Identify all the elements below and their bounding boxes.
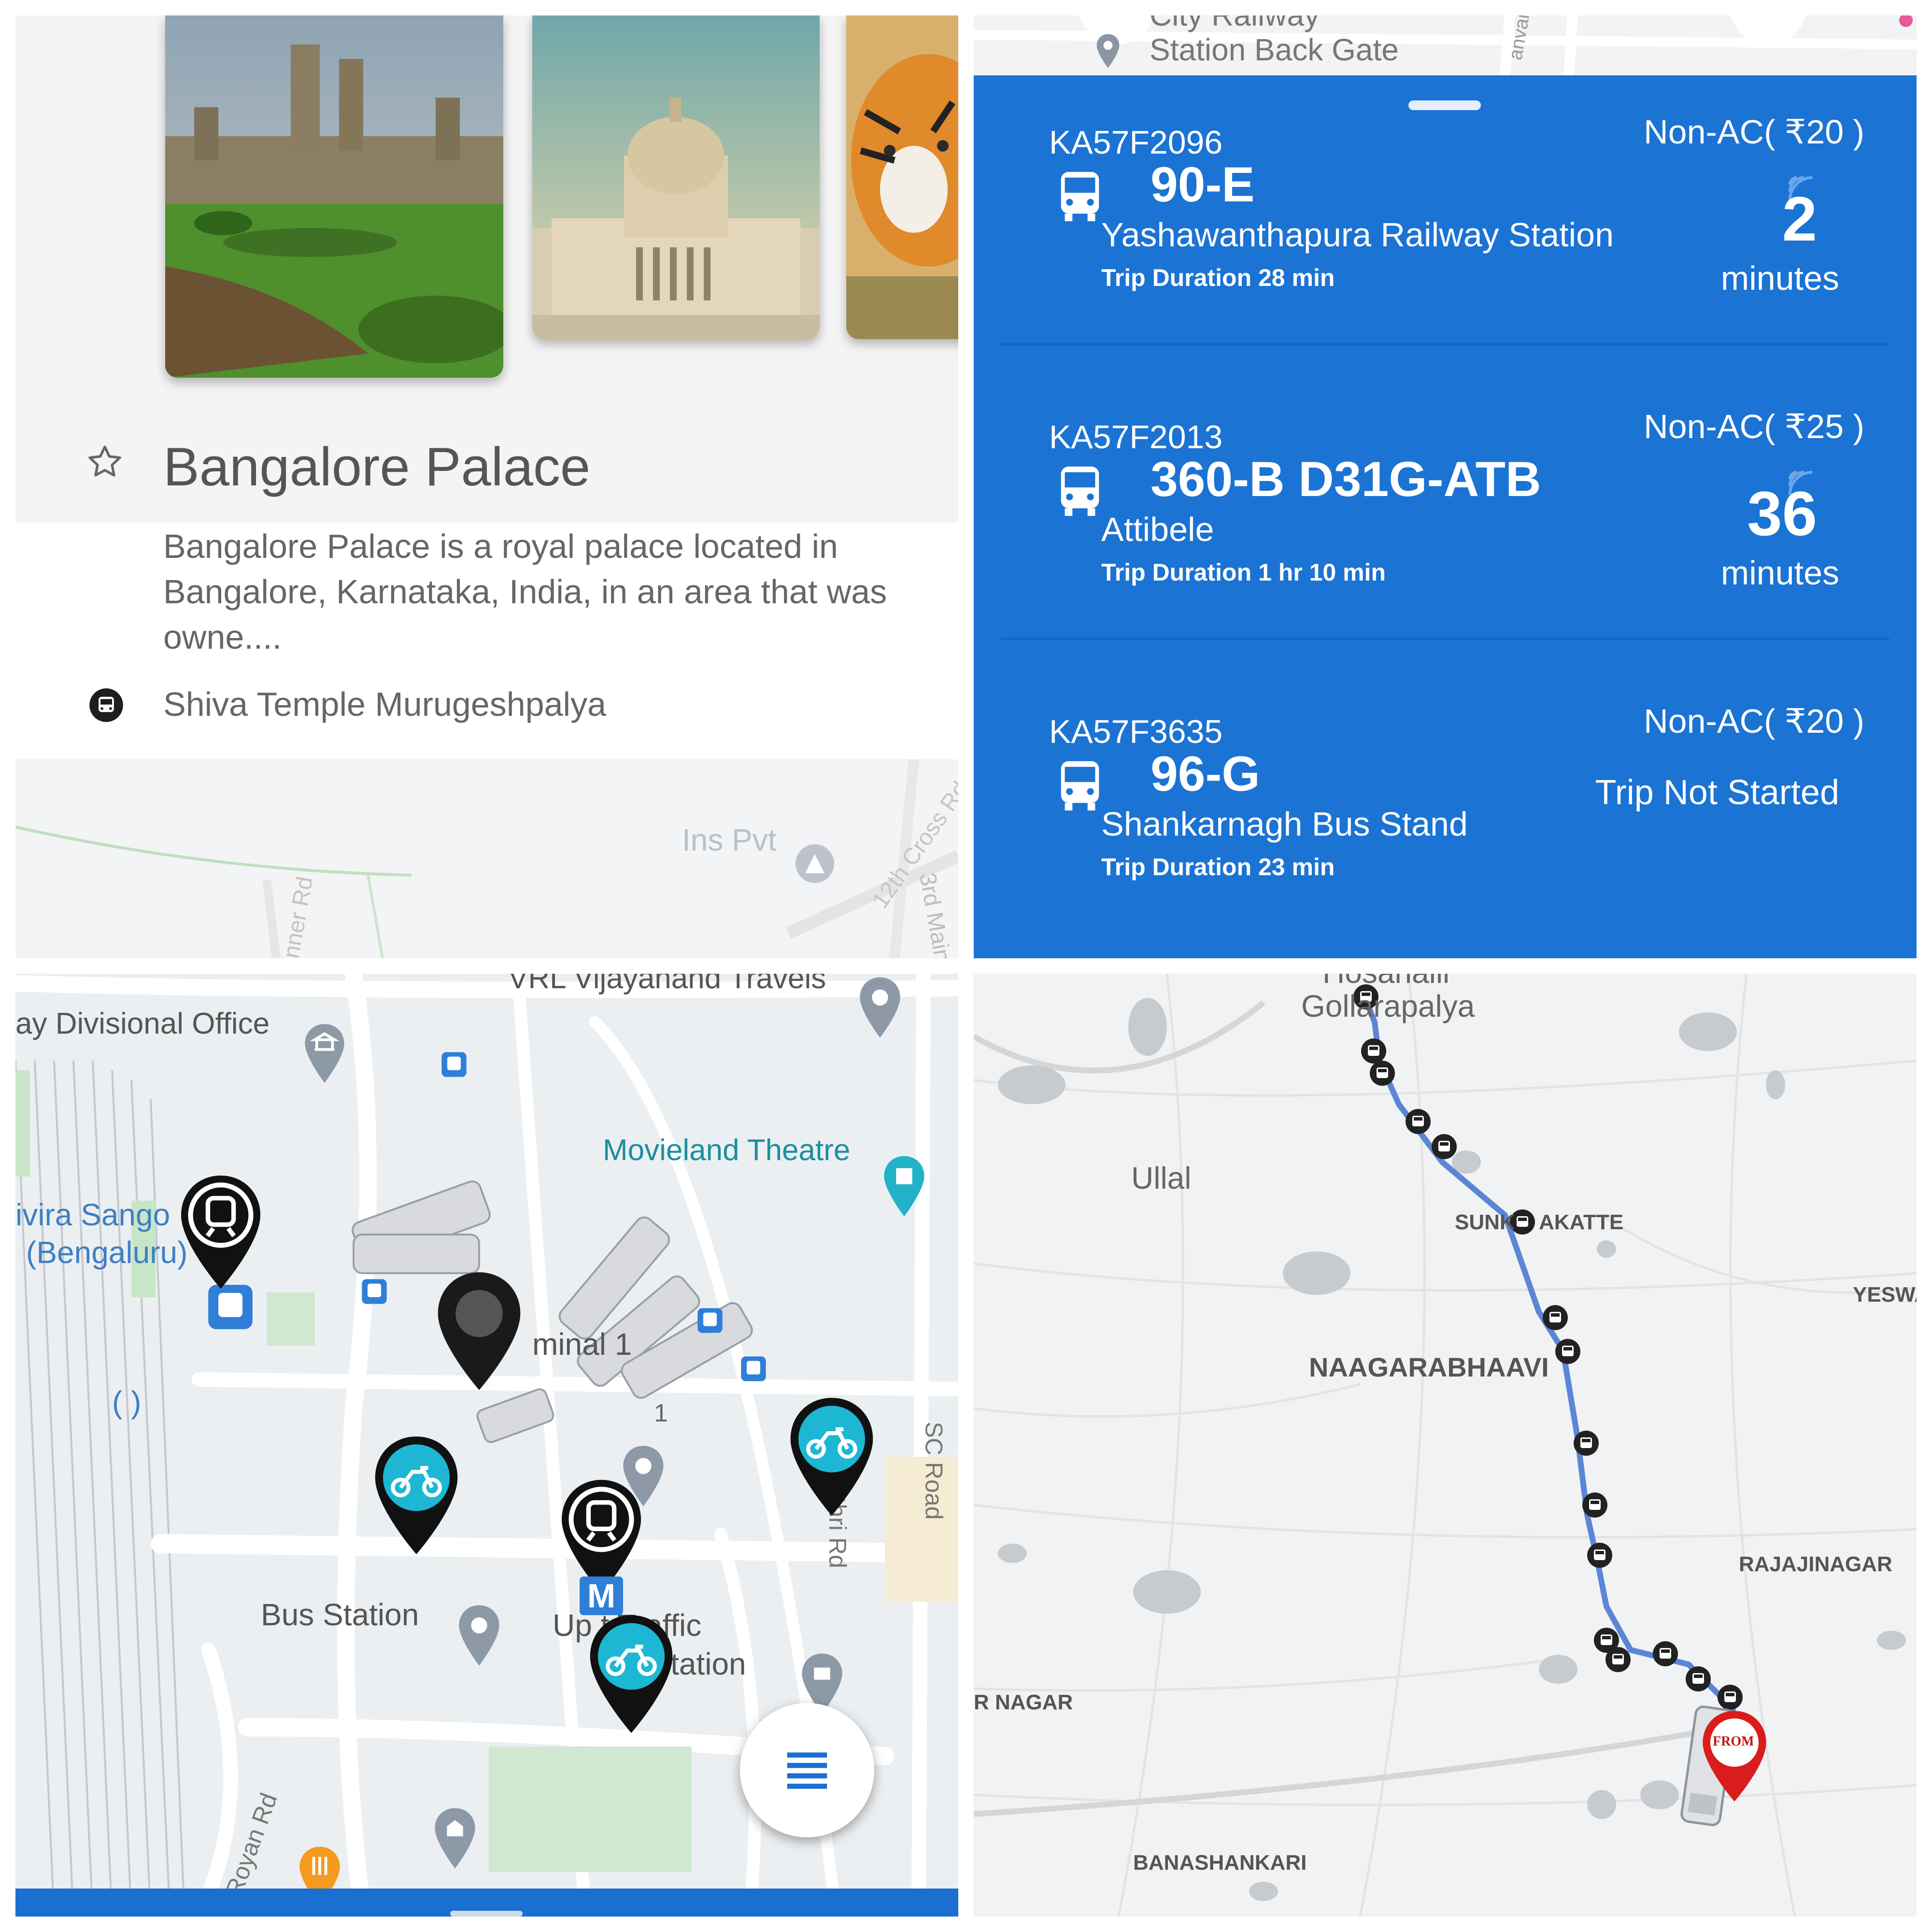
place-title: Bangalore Palace [163, 437, 591, 497]
temple-pin-icon[interactable] [431, 1804, 479, 1872]
route-number: 90-E [1151, 157, 1255, 212]
bus-stop-icon[interactable] [440, 1051, 468, 1078]
bus-registration: KA57F2013 [1049, 419, 1223, 455]
bus-registration: KA57F2096 [1049, 124, 1223, 161]
map-label-movieland[interactable]: Movieland Theatre [603, 1133, 850, 1167]
card-divider [1001, 343, 1889, 346]
map-label-sunkadakatte-a: SUNK [1455, 1210, 1515, 1234]
sheet-handle[interactable] [450, 1911, 523, 1917]
poi-label: Ins Pvt [682, 823, 777, 857]
bus-arrivals-panel: City Railway Station Back Gate anvar KA5… [974, 15, 1917, 958]
bus-fare: Non-AC( ₹20 ) [1644, 113, 1864, 151]
map-label-ullal: Ullal [1131, 1161, 1192, 1195]
bus-fare: Non-AC( ₹20 ) [1644, 702, 1864, 740]
place-description: Bangalore Palace is a royal palace locat… [163, 527, 887, 656]
bottom-sheet-peek[interactable] [15, 1889, 958, 1917]
map-label-sangolli: ivira Sango [15, 1197, 170, 1232]
eta-value: 2 [1782, 184, 1817, 254]
map-label-bengaluru: (Bengaluru) [26, 1235, 188, 1270]
theatre-pin-icon[interactable] [880, 1152, 928, 1220]
eta-unit: minutes [1720, 259, 1839, 297]
route-map[interactable]: FROM Hosahalli Gollarapalya Ullal SUNK A… [974, 974, 1917, 1917]
bank-pin-icon[interactable] [300, 1022, 349, 1085]
eta-value: 36 [1747, 478, 1817, 549]
map-label-banashankari: BANASHANKARI [1133, 1851, 1307, 1875]
route-number: 96-G [1151, 746, 1260, 801]
map-label-paren: ( ) [112, 1385, 142, 1420]
bike-share-pin-icon[interactable] [368, 1433, 465, 1558]
selected-location-pin-icon[interactable] [431, 1268, 527, 1394]
vidhana-soudha-photo[interactable] [532, 15, 820, 339]
bus-stop-icon[interactable] [740, 1355, 767, 1382]
route-number: 360-B D31G-ATB [1151, 452, 1541, 507]
bike-share-pin-icon[interactable] [583, 1611, 680, 1737]
bike-share-pin-icon[interactable] [783, 1394, 880, 1520]
eta-unit: minutes [1720, 554, 1839, 592]
bus-stop-icon[interactable] [361, 1278, 388, 1305]
map-label-hosahalli: Hosahalli [1322, 974, 1449, 990]
from-marker-label: FROM [1713, 1734, 1754, 1749]
map-label-naagarabhaavi: NAAGARABHAAVI [1309, 1352, 1549, 1382]
metro-m-label: M [587, 1577, 616, 1615]
map-label-yeswa: YESWA [1853, 1283, 1917, 1307]
bus-stop-icon [89, 688, 123, 722]
map-label-bus-station: Bus Station [261, 1597, 419, 1632]
list-view-button[interactable] [740, 1703, 874, 1837]
location-pin-icon[interactable] [856, 974, 904, 1041]
trip-duration: Trip Duration 1 hr 10 min [1101, 559, 1386, 586]
arrivals-sheet: KA57F2096 Non-AC( ₹20 ) 90-E Yashawantha… [974, 75, 1917, 958]
route-map-base [974, 974, 1917, 1917]
location-pin-icon[interactable] [455, 1602, 503, 1669]
from-marker-icon[interactable] [1698, 1708, 1771, 1804]
favorite-star-icon[interactable] [83, 440, 127, 484]
map-label-r-nagar: R NAGAR [974, 1690, 1073, 1714]
map-label-rajajinagar: RAJAJINAGAR [1739, 1552, 1892, 1576]
map-label-sunkadakatte-b: AKATTE [1539, 1210, 1624, 1234]
nearest-stop-name[interactable]: Shiva Temple Murugeshpalya [163, 685, 606, 724]
metro-station-pin-icon[interactable] [175, 1172, 267, 1293]
bus-fare: Non-AC( ₹25 ) [1644, 408, 1864, 445]
bus-arrival-card[interactable]: KA57F2096 Non-AC( ₹20 ) 90-E Yashawantha… [1001, 75, 1889, 346]
background-map: Ins Pvt 12th Cross Rd 3rd Main nner Rd [15, 758, 958, 958]
bus-destination: Shankarnagh Bus Stand [1101, 805, 1468, 843]
map-label-back-gate: Station Back Gate [1150, 32, 1399, 67]
tiger-photo[interactable] [846, 15, 958, 339]
station-area-map[interactable]: VRL Vijayanand Travels ay Divisional Off… [15, 974, 958, 1917]
bus-icon [1061, 761, 1099, 811]
map-label-one: 1 [654, 1399, 668, 1427]
bus-icon [1061, 171, 1099, 222]
trip-duration: Trip Duration 23 min [1101, 853, 1335, 881]
metro-m-badge[interactable]: M [580, 1577, 623, 1615]
bangalore-palace-photo[interactable] [165, 15, 503, 378]
map-label-terminal: minal 1 [532, 1327, 632, 1362]
card-divider [1001, 638, 1889, 640]
map-label-divisional-office: ay Divisional Office [15, 1007, 270, 1040]
trip-status: Trip Not Started [1595, 773, 1839, 812]
bus-destination: Attibele [1101, 511, 1214, 548]
bus-stop-icon[interactable] [696, 1307, 724, 1334]
bus-registration: KA57F3635 [1049, 713, 1223, 750]
road-label-sc-road: SC Road [920, 1421, 948, 1520]
place-detail-panel: Bangalore Palace Bangalore Palace is a r… [15, 15, 958, 958]
location-pin-icon [1096, 34, 1120, 68]
trip-duration: Trip Duration 28 min [1101, 264, 1335, 291]
bus-arrival-card[interactable]: KA57F2013 Non-AC( ₹25 ) 360-B D31G-ATB A… [1001, 370, 1889, 640]
map-label-city-railway: City Railway [1150, 15, 1320, 33]
map-label-gollarapalya: Gollarapalya [1301, 989, 1475, 1023]
map-label-vrl: VRL Vijayanand Travels [508, 974, 826, 995]
list-menu-icon [787, 1752, 827, 1789]
bus-arrival-card[interactable]: KA57F3635 Non-AC( ₹20 ) 96-G Trip Not St… [1001, 665, 1889, 935]
bus-destination: Yashawanthapura Railway Station [1101, 216, 1614, 254]
bus-icon [1061, 466, 1099, 516]
